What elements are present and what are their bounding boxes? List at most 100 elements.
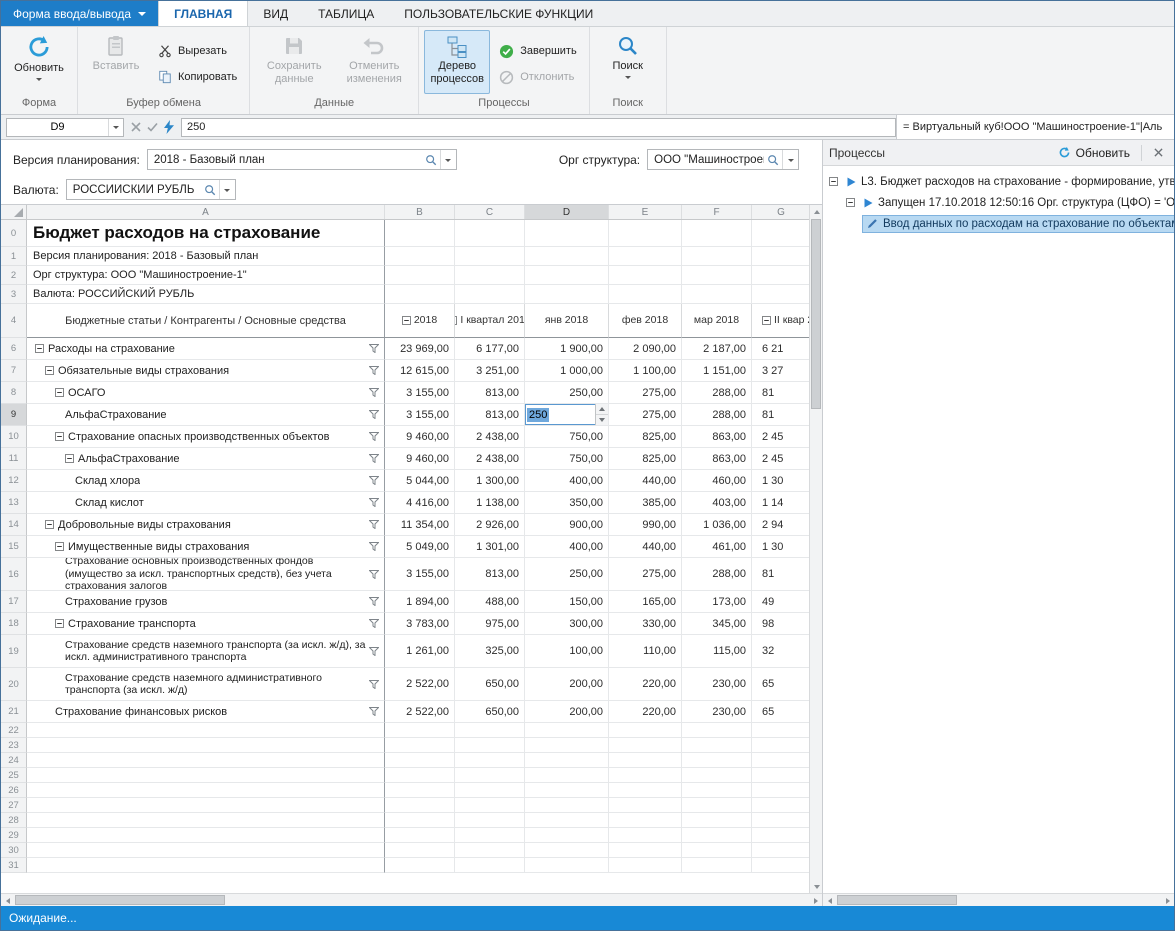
filter-funnel-icon[interactable] (369, 680, 379, 689)
cell-B1[interactable] (385, 247, 455, 266)
cell-C17[interactable]: 488,00 (455, 591, 525, 613)
row-header-21[interactable]: 21 (1, 701, 27, 723)
tab-user-functions[interactable]: ПОЛЬЗОВАТЕЛЬСКИЕ ФУНКЦИИ (389, 1, 608, 26)
cell-G9[interactable]: 81 (752, 404, 809, 426)
cell-G12[interactable]: 1 30 (752, 470, 809, 492)
cell-D22[interactable] (525, 723, 609, 738)
chevron-down-icon[interactable] (782, 150, 798, 169)
filter-funnel-icon[interactable] (369, 454, 379, 463)
filter-funnel-icon[interactable] (369, 542, 379, 551)
cut-button[interactable]: Вырезать (151, 40, 244, 62)
column-header-G[interactable]: G (752, 205, 809, 219)
cell-A18[interactable]: Страхование транспорта (27, 613, 385, 635)
cell-E14[interactable]: 990,00 (609, 514, 682, 536)
cell-E19[interactable]: 110,00 (609, 635, 682, 668)
row-header-1[interactable]: 1 (1, 247, 27, 266)
cell-C23[interactable] (455, 738, 525, 753)
cell-C2[interactable] (455, 266, 525, 285)
search-icon[interactable] (201, 184, 219, 196)
filter-funnel-icon[interactable] (369, 707, 379, 716)
cell-A10[interactable]: Страхование опасных производственных объ… (27, 426, 385, 448)
chevron-down-icon[interactable] (219, 180, 235, 199)
cell-F16[interactable]: 288,00 (682, 558, 752, 591)
cell-E8[interactable]: 275,00 (609, 382, 682, 404)
spinner-down[interactable] (596, 415, 608, 425)
cell-F10[interactable]: 863,00 (682, 426, 752, 448)
cell-C20[interactable]: 650,00 (455, 668, 525, 701)
cell-A6[interactable]: Расходы на страхование (27, 338, 385, 360)
cell-B2[interactable] (385, 266, 455, 285)
cell-E12[interactable]: 440,00 (609, 470, 682, 492)
cell-A0[interactable]: Бюджет расходов на страхование (27, 220, 385, 247)
filter-funnel-icon[interactable] (369, 597, 379, 606)
cell-B16[interactable]: 3 155,00 (385, 558, 455, 591)
cell-A29[interactable] (27, 828, 385, 843)
cell-D14[interactable]: 900,00 (525, 514, 609, 536)
cell-B18[interactable]: 3 783,00 (385, 613, 455, 635)
cell-B6[interactable]: 23 969,00 (385, 338, 455, 360)
column-header-D[interactable]: D (525, 205, 609, 219)
cell-F0[interactable] (682, 220, 752, 247)
search-icon[interactable] (422, 154, 440, 166)
cell-G27[interactable] (752, 798, 809, 813)
cell-C30[interactable] (455, 843, 525, 858)
cell-G2[interactable] (752, 266, 809, 285)
cell-A27[interactable] (27, 798, 385, 813)
cell-D13[interactable]: 350,00 (525, 492, 609, 514)
cell-F28[interactable] (682, 813, 752, 828)
cell-A3[interactable]: Валюта: РОССИЙСКИЙ РУБЛЬ (27, 285, 385, 304)
row-header-15[interactable]: 15 (1, 536, 27, 558)
cell-G25[interactable] (752, 768, 809, 783)
cell-C18[interactable]: 975,00 (455, 613, 525, 635)
cell-G18[interactable]: 98 (752, 613, 809, 635)
cell-C31[interactable] (455, 858, 525, 873)
cell-D8[interactable]: 250,00 (525, 382, 609, 404)
cell-C12[interactable]: 1 300,00 (455, 470, 525, 492)
cell-C29[interactable] (455, 828, 525, 843)
cell-F31[interactable] (682, 858, 752, 873)
value-spinner[interactable] (595, 404, 608, 425)
cell-D23[interactable] (525, 738, 609, 753)
collapse-minus-icon[interactable] (55, 388, 64, 397)
cell-A2[interactable]: Орг структура: ООО "Машиностроение-1" (27, 266, 385, 285)
cell-E2[interactable] (609, 266, 682, 285)
cell-G10[interactable]: 2 45 (752, 426, 809, 448)
cell-D16[interactable]: 250,00 (525, 558, 609, 591)
cell-F18[interactable]: 345,00 (682, 613, 752, 635)
cell-B11[interactable]: 9 460,00 (385, 448, 455, 470)
save-data-button[interactable]: Сохранить данные (255, 30, 333, 94)
cell-E25[interactable] (609, 768, 682, 783)
scroll-down-button[interactable] (810, 880, 823, 893)
cell-A15[interactable]: Имущественные виды страхования (27, 536, 385, 558)
cell-E23[interactable] (609, 738, 682, 753)
cell-D24[interactable] (525, 753, 609, 768)
cell-E28[interactable] (609, 813, 682, 828)
row-header-17[interactable]: 17 (1, 591, 27, 613)
cell-G15[interactable]: 1 30 (752, 536, 809, 558)
cell-B7[interactable]: 12 615,00 (385, 360, 455, 382)
cell-E7[interactable]: 1 100,00 (609, 360, 682, 382)
cell-B12[interactable]: 5 044,00 (385, 470, 455, 492)
cell-C14[interactable]: 2 926,00 (455, 514, 525, 536)
function-lightning-icon[interactable] (164, 120, 174, 134)
cell-E16[interactable]: 275,00 (609, 558, 682, 591)
horizontal-scrollbar[interactable] (1, 893, 822, 906)
copy-button[interactable]: Копировать (151, 66, 244, 88)
row-header-2[interactable]: 2 (1, 266, 27, 285)
cell-B21[interactable]: 2 522,00 (385, 701, 455, 723)
row-header-28[interactable]: 28 (1, 813, 27, 828)
filter-funnel-icon[interactable] (369, 410, 379, 419)
cell-E26[interactable] (609, 783, 682, 798)
cell-F30[interactable] (682, 843, 752, 858)
cell-E10[interactable]: 825,00 (609, 426, 682, 448)
cell-B15[interactable]: 5 049,00 (385, 536, 455, 558)
cell-C9[interactable]: 813,00 (455, 404, 525, 426)
column-header-F[interactable]: F (682, 205, 752, 219)
cell-D29[interactable] (525, 828, 609, 843)
filter-funnel-icon[interactable] (369, 498, 379, 507)
cell-G13[interactable]: 1 14 (752, 492, 809, 514)
filter-funnel-icon[interactable] (369, 647, 379, 656)
cell-C3[interactable] (455, 285, 525, 304)
cell-A16[interactable]: Страхование основных производственных фо… (27, 558, 385, 591)
cell-G11[interactable]: 2 45 (752, 448, 809, 470)
